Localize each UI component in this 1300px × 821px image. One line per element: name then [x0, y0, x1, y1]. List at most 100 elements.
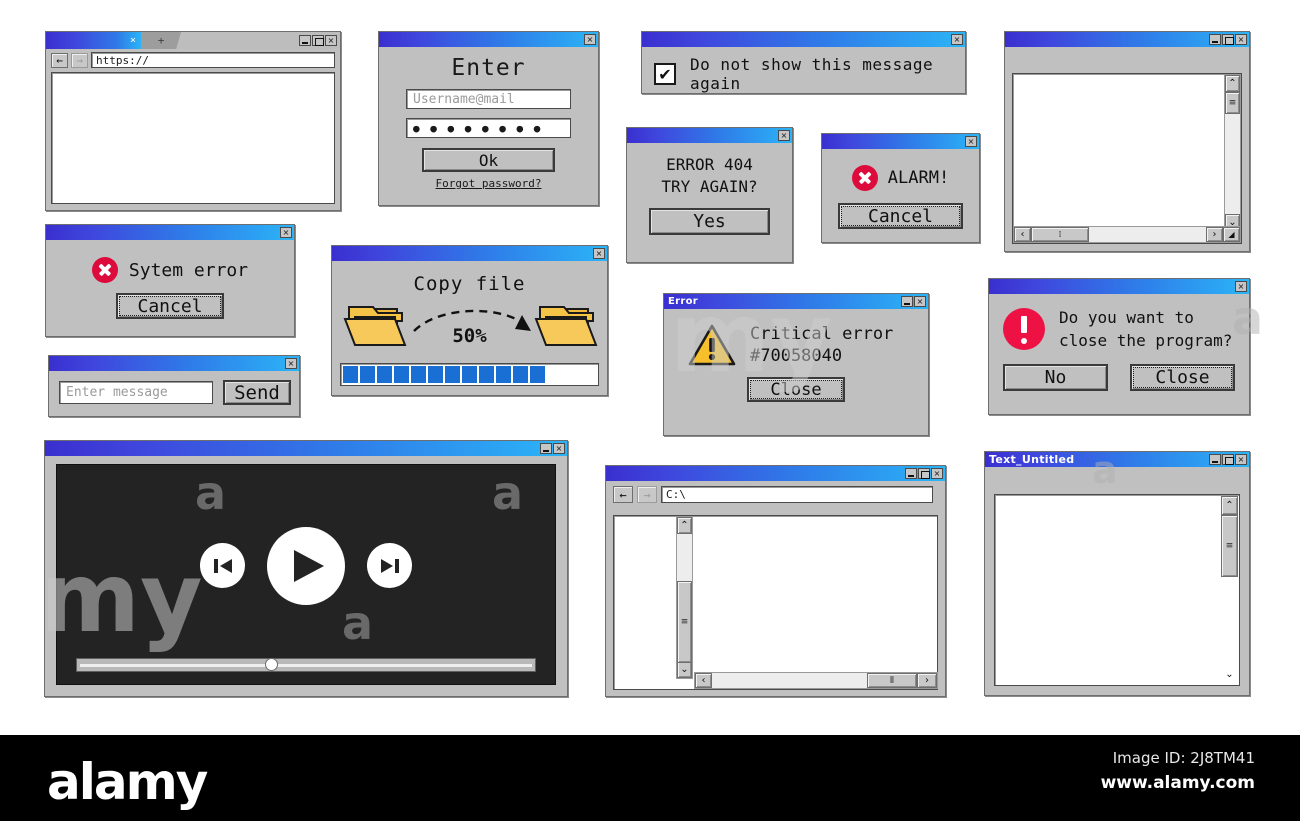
grip-icon: ≡: [1228, 98, 1237, 108]
maximize-button[interactable]: [312, 35, 324, 46]
close-icon: ×: [595, 248, 603, 258]
seek-thumb[interactable]: [264, 658, 278, 671]
close-button[interactable]: ×: [1235, 34, 1247, 45]
chevron-right-icon: ›: [925, 675, 929, 686]
close-button[interactable]: ×: [325, 35, 337, 46]
horizontal-scroll-track[interactable]: [1089, 227, 1206, 242]
password-input[interactable]: ● ● ● ● ● ● ● ●: [406, 118, 571, 138]
resize-grip[interactable]: ◢: [1223, 227, 1240, 242]
username-input[interactable]: Username@mail: [406, 89, 571, 109]
do-not-show-checkbox[interactable]: ✔: [654, 63, 676, 85]
close-button[interactable]: ×: [593, 248, 605, 259]
scroll-right-button[interactable]: ›: [1206, 227, 1223, 242]
close-button[interactable]: ×: [285, 358, 297, 369]
close-program-row: Do you want to close the program?: [989, 294, 1249, 352]
no-button[interactable]: No: [1003, 364, 1108, 392]
close-button[interactable]: ×: [951, 34, 963, 45]
cancel-button[interactable]: Cancel: [838, 203, 963, 229]
minimize-button[interactable]: [901, 296, 913, 307]
scroll-left-button[interactable]: ‹: [1014, 227, 1031, 242]
vertical-scrollbar[interactable]: ⌃ ≡ ⌄: [1224, 74, 1241, 232]
text-editor-canvas[interactable]: [994, 494, 1240, 686]
close-icon: ×: [1237, 281, 1245, 291]
forward-button[interactable]: →: [637, 486, 657, 503]
close-button[interactable]: ×: [778, 130, 790, 141]
horizontal-scroll-thumb[interactable]: ⦀: [867, 673, 917, 688]
scroll-right-button[interactable]: ›: [917, 673, 937, 688]
horizontal-scrollbar[interactable]: ‹ ⦀ ›: [694, 672, 938, 689]
tab-close-icon[interactable]: ×: [130, 35, 136, 46]
scroll-up-button[interactable]: ⌃: [1225, 75, 1240, 92]
close-confirm-button[interactable]: Close: [1130, 364, 1235, 392]
previous-button[interactable]: [200, 543, 245, 588]
file-explorer-buttons: ×: [905, 468, 943, 479]
maximize-button[interactable]: [918, 468, 930, 479]
close-button[interactable]: ×: [280, 227, 292, 238]
close-icon: ×: [327, 35, 335, 45]
image-id-label: Image ID: 2J8TM41: [1112, 749, 1255, 767]
maximize-button[interactable]: [1222, 454, 1234, 465]
cancel-button[interactable]: Cancel: [116, 293, 224, 319]
scroll-up-button[interactable]: ⌃: [677, 517, 692, 534]
path-input[interactable]: C:\: [661, 486, 933, 503]
minimize-button[interactable]: [299, 35, 311, 46]
minimize-button[interactable]: [1209, 34, 1221, 45]
error404-dialog: × ERROR 404 TRY AGAIN? Yes: [626, 127, 793, 263]
file-list-area: [613, 515, 938, 690]
vertical-scroll-track[interactable]: [1225, 114, 1240, 214]
vertical-scrollbar[interactable]: ⌃ ≡ ⌄: [1221, 496, 1238, 684]
close-button-action[interactable]: Close: [747, 377, 845, 403]
send-button[interactable]: Send: [223, 380, 291, 405]
scroll-left-button[interactable]: ‹: [695, 673, 712, 688]
minimize-button[interactable]: [905, 468, 917, 479]
checkbox-row[interactable]: ✔ Do not show this message again: [642, 47, 965, 93]
grip-icon: ≡: [680, 617, 689, 627]
alarm-titlebar: ×: [822, 134, 979, 149]
chevron-left-icon: ‹: [1020, 229, 1025, 240]
no-label: No: [1044, 367, 1067, 389]
new-tab-button[interactable]: +: [141, 32, 181, 49]
minimize-button[interactable]: [540, 443, 552, 454]
next-button[interactable]: [367, 543, 412, 588]
copy-file-dialog: × Copy file 50%: [331, 245, 608, 396]
video-player-window: ×: [44, 440, 568, 697]
forgot-password-link[interactable]: Forgot password?: [406, 177, 571, 190]
vertical-scroll-thumb[interactable]: ≡: [1221, 515, 1238, 577]
close-button[interactable]: ×: [1235, 281, 1247, 292]
close-button[interactable]: ×: [1235, 454, 1247, 465]
critical-error-row: Critical error #70058040: [664, 309, 928, 367]
horizontal-scrollbar[interactable]: ‹ ⁞ › ◢: [1013, 226, 1241, 243]
horizontal-scroll-track[interactable]: [712, 673, 867, 688]
scroll-down-button[interactable]: ⌄: [677, 661, 692, 678]
close-button[interactable]: ×: [931, 468, 943, 479]
yes-button[interactable]: Yes: [649, 208, 770, 236]
close-program-line2: close the program?: [1059, 331, 1233, 351]
play-button[interactable]: [267, 526, 345, 605]
back-button[interactable]: ←: [51, 52, 68, 68]
horizontal-scroll-thumb[interactable]: ⁞: [1031, 227, 1089, 242]
close-button[interactable]: ×: [584, 34, 596, 45]
vertical-scroll-thumb[interactable]: ≡: [1225, 92, 1240, 114]
forward-button[interactable]: →: [71, 52, 88, 68]
minimize-button[interactable]: [1209, 454, 1221, 465]
video-seek-bar[interactable]: [76, 658, 536, 672]
ok-label: Ok: [478, 150, 499, 170]
ok-button[interactable]: Ok: [422, 148, 555, 172]
vertical-scroll-thumb[interactable]: ≡: [677, 581, 692, 663]
url-input[interactable]: https://: [91, 52, 335, 68]
maximize-button[interactable]: [1222, 34, 1234, 45]
cancel-label: Cancel: [137, 295, 203, 317]
back-button[interactable]: ←: [613, 486, 633, 503]
scroll-up-button[interactable]: ⌃: [1221, 496, 1238, 515]
scroll-down-button[interactable]: ⌄: [1221, 665, 1238, 684]
close-button[interactable]: ×: [914, 296, 926, 307]
vertical-scrollbar[interactable]: ⌃ ≡ ⌄: [676, 516, 693, 679]
message-input[interactable]: Enter message: [59, 381, 213, 404]
vertical-scroll-track[interactable]: [1221, 577, 1238, 665]
vertical-scroll-track[interactable]: ≡: [677, 534, 692, 663]
browser-tab-active[interactable]: ×: [46, 32, 141, 49]
forward-arrow-icon: →: [643, 487, 651, 502]
close-button[interactable]: ×: [965, 136, 977, 147]
close-button[interactable]: ×: [553, 443, 565, 454]
progress-segment: [343, 366, 358, 383]
